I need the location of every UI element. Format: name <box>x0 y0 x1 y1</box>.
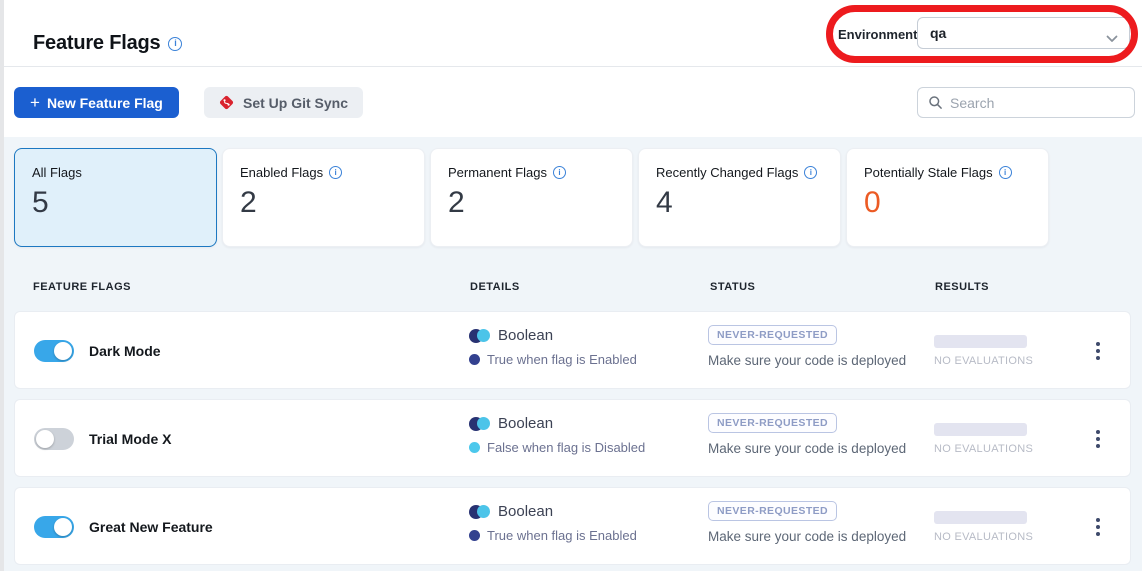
value-description: False when flag is Disabled <box>469 440 645 455</box>
results-label: NO EVALUATIONS <box>934 355 1033 367</box>
kebab-menu-icon[interactable] <box>1089 338 1107 364</box>
stat-card-recently-changed-flags[interactable]: Recently Changed Flags i 4 <box>638 148 841 247</box>
value-type: Boolean <box>469 327 637 344</box>
chevron-down-icon <box>1106 30 1118 46</box>
search-box[interactable] <box>917 87 1135 118</box>
value-type: Boolean <box>469 503 637 520</box>
flag-name-link[interactable]: Dark Mode <box>89 343 161 359</box>
info-icon[interactable]: i <box>553 166 566 179</box>
stat-card-value: 4 <box>656 186 823 219</box>
column-header-status: STATUS <box>710 281 755 293</box>
flag-details: Boolean False when flag is Disabled <box>469 415 645 455</box>
kebab-menu-icon[interactable] <box>1089 426 1107 452</box>
toggle-knob <box>54 518 72 536</box>
stat-card-value: 0 <box>864 186 1031 219</box>
results-label: NO EVALUATIONS <box>934 531 1033 543</box>
stat-cards: All Flags 5 Enabled Flags i 2 Permanent … <box>14 148 1049 247</box>
info-icon[interactable]: i <box>168 37 182 51</box>
flag-status: NEVER-REQUESTED Make sure your code is d… <box>708 501 906 544</box>
info-icon[interactable]: i <box>999 166 1012 179</box>
flag-name-link[interactable]: Great New Feature <box>89 519 213 535</box>
column-header-feature-flags: FEATURE FLAGS <box>33 281 131 293</box>
toggle-knob <box>54 342 72 360</box>
flag-status: NEVER-REQUESTED Make sure your code is d… <box>708 325 906 368</box>
search-icon <box>928 95 943 110</box>
stat-card-permanent-flags[interactable]: Permanent Flags i 2 <box>430 148 633 247</box>
info-icon[interactable]: i <box>804 166 817 179</box>
column-header-results: RESULTS <box>935 281 989 293</box>
stat-card-label: Permanent Flags i <box>448 165 615 180</box>
environment-select[interactable]: qa <box>917 17 1130 49</box>
stat-card-value: 5 <box>32 186 199 219</box>
status-badge: NEVER-REQUESTED <box>708 413 837 433</box>
flag-results: NO EVALUATIONS <box>934 335 1033 367</box>
git-icon <box>219 95 234 110</box>
results-label: NO EVALUATIONS <box>934 443 1033 455</box>
stat-card-value: 2 <box>448 186 615 219</box>
value-type: Boolean <box>469 415 645 432</box>
stat-card-label: All Flags <box>32 165 199 180</box>
flag-status: NEVER-REQUESTED Make sure your code is d… <box>708 413 906 456</box>
set-up-git-sync-button[interactable]: Set Up Git Sync <box>204 87 363 118</box>
environment-selected-value: qa <box>930 25 946 41</box>
flag-name-link[interactable]: Trial Mode X <box>89 431 171 447</box>
results-placeholder-bar <box>934 423 1027 436</box>
results-placeholder-bar <box>934 335 1027 348</box>
feature-flags-page: Feature Flags i Environment qa + New Fea… <box>0 0 1142 571</box>
status-message: Make sure your code is deployed <box>708 353 906 368</box>
page-title-text: Feature Flags <box>33 32 160 55</box>
toggle-knob <box>36 430 54 448</box>
value-description: True when flag is Enabled <box>469 528 637 543</box>
status-message: Make sure your code is deployed <box>708 441 906 456</box>
kebab-menu-icon[interactable] <box>1089 514 1107 540</box>
value-dot-icon <box>469 530 480 541</box>
value-dot-icon <box>469 442 480 453</box>
status-message: Make sure your code is deployed <box>708 529 906 544</box>
status-badge: NEVER-REQUESTED <box>708 501 837 521</box>
status-badge: NEVER-REQUESTED <box>708 325 837 345</box>
boolean-venn-icon <box>469 329 490 343</box>
stat-card-value: 2 <box>240 186 407 219</box>
table-row: Dark Mode Boolean True when flag is Enab… <box>14 311 1131 389</box>
search-input[interactable] <box>950 95 1124 111</box>
results-placeholder-bar <box>934 511 1027 524</box>
left-edge-strip <box>0 0 4 571</box>
table-row: Trial Mode X Boolean False when flag is … <box>14 399 1131 477</box>
environment-label: Environment <box>838 27 917 42</box>
page-title: Feature Flags i <box>33 32 182 55</box>
header-divider <box>0 66 1142 67</box>
plus-icon: + <box>30 94 40 111</box>
git-sync-label: Set Up Git Sync <box>243 95 348 111</box>
flag-results: NO EVALUATIONS <box>934 423 1033 455</box>
flag-results: NO EVALUATIONS <box>934 511 1033 543</box>
stat-card-label: Recently Changed Flags i <box>656 165 823 180</box>
stat-card-all-flags[interactable]: All Flags 5 <box>14 148 217 247</box>
flag-toggle[interactable] <box>34 516 74 538</box>
info-icon[interactable]: i <box>329 166 342 179</box>
new-feature-flag-label: New Feature Flag <box>47 95 163 111</box>
stat-card-potentially-stale-flags[interactable]: Potentially Stale Flags i 0 <box>846 148 1049 247</box>
flag-details: Boolean True when flag is Enabled <box>469 503 637 543</box>
stat-card-label: Enabled Flags i <box>240 165 407 180</box>
table-row: Great New Feature Boolean True when flag… <box>14 487 1131 565</box>
flag-toggle[interactable] <box>34 340 74 362</box>
stat-card-label: Potentially Stale Flags i <box>864 165 1031 180</box>
value-description: True when flag is Enabled <box>469 352 637 367</box>
boolean-venn-icon <box>469 417 490 431</box>
value-dot-icon <box>469 354 480 365</box>
boolean-venn-icon <box>469 505 490 519</box>
column-header-details: DETAILS <box>470 281 520 293</box>
new-feature-flag-button[interactable]: + New Feature Flag <box>14 87 179 118</box>
flag-toggle[interactable] <box>34 428 74 450</box>
stat-card-enabled-flags[interactable]: Enabled Flags i 2 <box>222 148 425 247</box>
flag-details: Boolean True when flag is Enabled <box>469 327 637 367</box>
